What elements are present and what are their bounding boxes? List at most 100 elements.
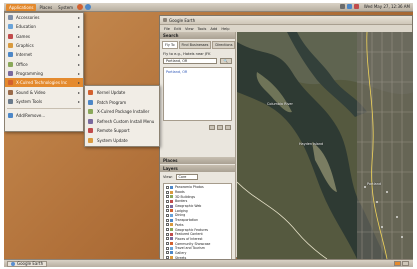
apps-menu-item[interactable]: Sound & Video ▸: [5, 87, 83, 96]
applications-menu-button[interactable]: Applications: [6, 3, 37, 11]
volume-icon[interactable]: [346, 4, 352, 9]
places-panel-header[interactable]: Places: [160, 157, 235, 164]
layer-checkbox[interactable]: [166, 246, 169, 250]
window-menu-icon[interactable]: [163, 18, 167, 22]
desktop: Applications Places System Wed May 27, 1…: [4, 3, 413, 267]
menu-edit[interactable]: Edit: [174, 27, 181, 31]
layers-panel-header[interactable]: Layers: [160, 165, 235, 172]
close-results-icon[interactable]: [209, 125, 215, 130]
category-icon: [8, 15, 13, 21]
places-menu-button[interactable]: Places: [36, 4, 55, 11]
chevron-right-icon: ▸: [77, 24, 80, 30]
browser-icon[interactable]: [85, 4, 92, 10]
search-panel-header[interactable]: Search: [160, 32, 235, 39]
layer-checkbox[interactable]: [166, 218, 169, 222]
layer-checkbox[interactable]: [166, 223, 169, 227]
apps-menu-item[interactable]: Accessories ▸: [5, 13, 83, 22]
apps-menu-item[interactable]: Games ▸: [5, 32, 83, 41]
view-label: View:: [163, 175, 173, 179]
layer-checkbox[interactable]: [166, 232, 169, 236]
layer-checkbox[interactable]: [166, 195, 169, 199]
window-titlebar[interactable]: Google Earth: [160, 16, 412, 25]
layer-checkbox[interactable]: [166, 199, 169, 203]
menu-tools[interactable]: Tools: [198, 27, 207, 31]
update-icon[interactable]: [353, 4, 359, 9]
submenu-item[interactable]: Patch Program: [85, 98, 159, 108]
layer-label: Transportation: [175, 218, 199, 223]
submenu-item[interactable]: X-Culred Package Installer: [85, 107, 159, 117]
fly-to-input[interactable]: Portland, OR: [163, 58, 217, 64]
add-remove-item[interactable]: Add/Remove...: [5, 111, 83, 120]
apps-menu-item-label: Graphics: [16, 43, 34, 49]
layer-checkbox[interactable]: [166, 204, 169, 208]
layer-icon: [170, 237, 173, 241]
layer-icon: [170, 218, 173, 222]
apps-menu-item[interactable]: Internet ▸: [5, 50, 83, 59]
top-panel: Applications Places System Wed May 27, 1…: [4, 3, 413, 12]
taskbar-button-google-earth[interactable]: Google Earth: [7, 260, 48, 267]
apps-menu-item[interactable]: Graphics ▸: [5, 41, 83, 50]
submenu-item[interactable]: System Update: [85, 136, 159, 146]
tab-directions[interactable]: Directions: [212, 41, 236, 49]
map-view[interactable]: Hayden Island Portland Columbia River: [237, 32, 413, 259]
layer-checkbox[interactable]: [166, 228, 169, 232]
submenu-item-label: Remote Support: [97, 128, 130, 134]
xculred-submenu: Kernel Update Patch Program X-Culred Packa…: [84, 85, 160, 147]
search-tabs: Fly To Find Businesses Directions: [160, 39, 236, 51]
category-icon: [8, 98, 13, 104]
submenu-item[interactable]: Remote Support: [85, 126, 159, 136]
add-remove-label: Add/Remove...: [16, 113, 46, 119]
layer-checkbox[interactable]: [166, 251, 169, 255]
category-icon: [8, 70, 13, 76]
apps-menu-item[interactable]: X-Culred Technologies Inc ▸: [5, 78, 83, 88]
layer-checkbox[interactable]: [166, 190, 169, 194]
tour-results-icon[interactable]: [225, 125, 231, 130]
menu-help[interactable]: Help: [221, 27, 229, 31]
tool-icon: [88, 109, 93, 115]
search-result-item[interactable]: Portland, OR: [166, 70, 229, 74]
network-icon[interactable]: [339, 4, 345, 9]
layer-icon: [170, 223, 173, 227]
clock[interactable]: Wed May 27, 12:36 AM: [364, 4, 410, 9]
apps-menu-item[interactable]: System Tools ▸: [5, 97, 83, 106]
apps-menu-item-label: Games: [16, 33, 30, 39]
search-button[interactable]: 🔍: [220, 58, 232, 64]
layer-label: Roads: [175, 190, 185, 195]
tab-fly-to[interactable]: Fly To: [162, 41, 178, 49]
category-icon: [8, 24, 13, 30]
menu-file[interactable]: File: [164, 27, 170, 31]
layer-checkbox[interactable]: [166, 209, 169, 213]
layer-checkbox[interactable]: [166, 242, 169, 246]
copy-results-icon[interactable]: [217, 125, 223, 130]
layer-label: Geographic Features: [175, 227, 209, 232]
chevron-right-icon: ▸: [77, 43, 80, 49]
apps-menu-item-label: Sound & Video: [16, 89, 46, 95]
apps-menu-item[interactable]: Programming ▸: [5, 69, 83, 78]
submenu-item[interactable]: Refresh Custom Install Menu: [85, 117, 159, 127]
layer-icon: [170, 199, 173, 203]
layers-view-row: View: Core: [160, 172, 235, 182]
layer-checkbox[interactable]: [166, 185, 169, 189]
submenu-item[interactable]: Kernel Update: [85, 88, 159, 98]
apps-menu-item[interactable]: Education ▸: [5, 22, 83, 31]
workspace-1[interactable]: [394, 261, 401, 266]
menu-separator: [7, 107, 81, 109]
chevron-right-icon: ▸: [77, 89, 80, 95]
workspace-2[interactable]: [402, 261, 409, 266]
taskbar-label: Google Earth: [17, 261, 44, 266]
menu-add[interactable]: Add: [210, 27, 217, 31]
launcher-icon[interactable]: [77, 4, 84, 10]
layer-icon: [170, 204, 173, 208]
layer-checkbox[interactable]: [166, 237, 169, 241]
chevron-right-icon: ▸: [77, 15, 80, 21]
tab-find-businesses[interactable]: Find Businesses: [178, 41, 212, 49]
satellite-imagery: [237, 32, 413, 259]
apps-menu-item[interactable]: Office ▸: [5, 59, 83, 68]
submenu-item-label: Kernel Update: [97, 90, 126, 96]
layer-icon: [170, 185, 173, 189]
menu-view[interactable]: View: [185, 27, 194, 31]
chevron-right-icon: ▸: [77, 70, 80, 76]
layer-checkbox[interactable]: [166, 213, 169, 217]
system-menu-button[interactable]: System: [55, 4, 76, 11]
view-select[interactable]: Core: [175, 174, 198, 180]
